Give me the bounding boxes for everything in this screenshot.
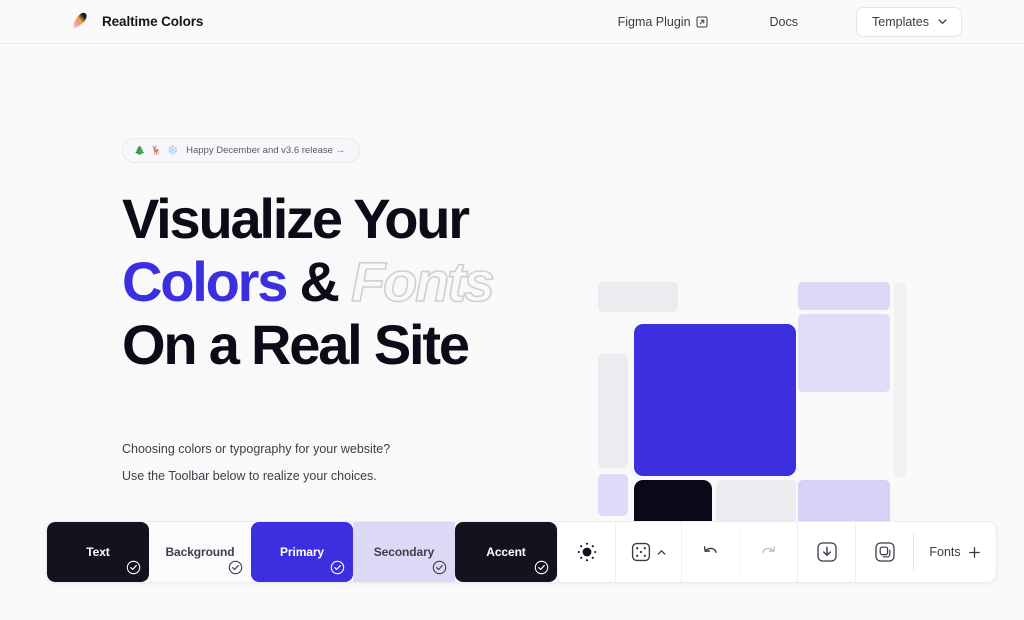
- headline-word-colors: Colors: [122, 250, 288, 313]
- undo-icon: [700, 542, 721, 563]
- top-navbar: Realtime Colors Figma Plugin Docs Templa…: [0, 0, 1024, 44]
- hero-description: Choosing colors or typography for your w…: [122, 436, 552, 490]
- nav-link-figma-plugin[interactable]: Figma Plugin: [618, 15, 708, 29]
- tile-lavender-right: [798, 314, 890, 392]
- tile-light-right: [798, 396, 890, 464]
- tile-grey-mid: [716, 480, 796, 522]
- navbar-brand[interactable]: Realtime Colors: [0, 11, 203, 33]
- download-button[interactable]: [797, 522, 855, 582]
- download-icon: [815, 540, 839, 564]
- dice-icon: [630, 541, 652, 563]
- templates-label: Templates: [872, 14, 929, 29]
- swatch-primary[interactable]: Primary: [251, 522, 353, 582]
- tile-left-strip: [598, 354, 628, 468]
- swatch-label: Accent: [486, 545, 526, 559]
- nav-link-docs[interactable]: Docs: [770, 15, 798, 29]
- check-circle-icon[interactable]: [330, 560, 345, 575]
- brand-name: Realtime Colors: [102, 14, 204, 29]
- hero-paragraph-1: Choosing colors or typography for your w…: [122, 442, 391, 456]
- brightness-toggle[interactable]: [557, 522, 615, 582]
- swatch-label: Background: [165, 545, 235, 559]
- headline-word-amp: &: [299, 250, 340, 313]
- badge-text: Happy December and v3.6 release →: [186, 145, 346, 156]
- tile-primary-large: [634, 324, 796, 476]
- randomize-button[interactable]: [615, 522, 681, 582]
- tool-group: [557, 522, 913, 582]
- fonts-button[interactable]: Fonts: [914, 522, 996, 582]
- swatch-accent[interactable]: Accent: [455, 522, 557, 582]
- swatch-label: Text: [86, 545, 110, 559]
- swatch-label: Primary: [280, 545, 324, 559]
- headline-line-1: Visualize Your: [122, 187, 470, 250]
- tile-edge-strip: [894, 282, 906, 478]
- nav-link-figma-label: Figma Plugin: [617, 14, 691, 29]
- swatch-group: Text Background Primary Secondary Accent: [47, 522, 557, 582]
- page-title: Visualize Your Colors & Fonts On a Real …: [122, 187, 552, 376]
- copy-button[interactable]: [855, 522, 913, 582]
- sun-icon: [576, 541, 598, 563]
- headline-line-2: Colors & Fonts: [122, 249, 552, 314]
- swatch-label: Secondary: [373, 545, 435, 559]
- headline-word-fonts: Fonts: [350, 249, 495, 314]
- check-circle-icon[interactable]: [126, 560, 141, 575]
- tile-grey-top-left: [598, 282, 678, 312]
- badge-emoji: 🎄 🦌 ❄️: [134, 145, 181, 155]
- headline-line-3: On a Real Site: [122, 313, 470, 376]
- announcement-badge[interactable]: 🎄 🦌 ❄️ Happy December and v3.6 release →: [122, 138, 361, 163]
- chevron-up-icon[interactable]: [656, 547, 667, 558]
- swatch-background[interactable]: Background: [149, 522, 251, 582]
- external-link-icon: [696, 16, 708, 28]
- color-toolbar: Text Background Primary Secondary Accent: [46, 521, 997, 583]
- realtime-colors-logo-icon: [68, 11, 90, 33]
- page-body: 🎄 🦌 ❄️ Happy December and v3.6 release →…: [0, 44, 1024, 620]
- plus-icon: [968, 546, 981, 559]
- check-circle-icon[interactable]: [228, 560, 243, 575]
- swatch-text[interactable]: Text: [47, 522, 149, 582]
- swatch-secondary[interactable]: Secondary: [353, 522, 455, 582]
- check-circle-icon[interactable]: [534, 560, 549, 575]
- hero-paragraph-2: Use the Toolbar below to realize your ch…: [122, 469, 377, 483]
- templates-dropdown-button[interactable]: Templates: [856, 6, 962, 37]
- redo-button: [739, 522, 797, 582]
- tile-lavender-top-right: [798, 282, 890, 310]
- hero-section: 🎄 🦌 ❄️ Happy December and v3.6 release →…: [122, 138, 552, 490]
- color-mosaic-graphic: [592, 236, 914, 578]
- redo-icon: [758, 542, 779, 563]
- fonts-label: Fonts: [929, 545, 961, 559]
- tile-lavender-bottom-left: [598, 474, 628, 516]
- undo-button[interactable]: [681, 522, 739, 582]
- chevron-down-icon: [937, 16, 948, 27]
- check-circle-icon[interactable]: [432, 560, 447, 575]
- copy-icon: [873, 540, 897, 564]
- nav-link-docs-label: Docs: [769, 14, 799, 29]
- navbar-links: Figma Plugin Docs Templates: [618, 6, 1024, 37]
